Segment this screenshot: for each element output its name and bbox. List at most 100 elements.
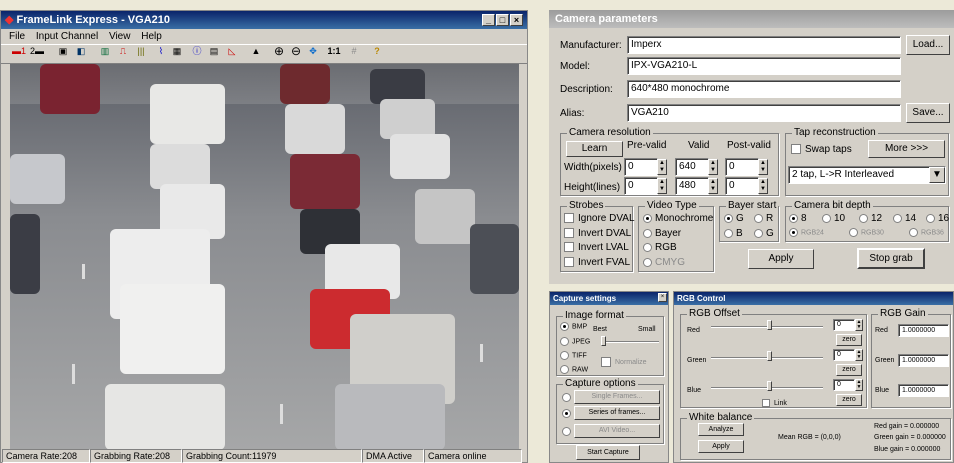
blue-offset-stepper[interactable]: ▲ ▼ — [855, 379, 863, 391]
video-type-rgb[interactable]: RGB — [643, 242, 677, 253]
series-frames-radio-dot[interactable] — [562, 409, 571, 418]
menu-view[interactable]: View — [109, 31, 131, 42]
bit-depth-8[interactable]: 8 — [789, 213, 807, 224]
rgb30-radio[interactable] — [849, 228, 858, 237]
help-icon[interactable]: ? — [370, 44, 384, 58]
bit-depth-14-radio[interactable] — [893, 213, 902, 223]
normalize-check[interactable] — [601, 357, 611, 367]
format-raw[interactable]: RAW — [560, 365, 588, 374]
width-postvalid-stepper[interactable]: ▲ ▼ — [758, 159, 768, 175]
bit-depth-10-radio[interactable] — [822, 213, 831, 223]
blue-offset-field[interactable]: 0 — [833, 379, 855, 391]
tap-mode-dropdown-button[interactable]: ▼ — [929, 167, 945, 183]
strobe-invert-dval[interactable]: Invert DVAL — [564, 228, 631, 239]
strobe-invert-dval-check[interactable] — [564, 228, 574, 239]
single-frames-radio[interactable] — [562, 393, 574, 402]
video-type-cmyg[interactable]: CMYG — [643, 257, 685, 268]
rgb30[interactable]: RGB30 — [849, 228, 884, 237]
height-prevalid-field[interactable]: 0 — [624, 177, 658, 195]
close-button[interactable]: × — [510, 14, 523, 26]
bayer-g1[interactable]: G — [724, 213, 744, 224]
single-frames-button[interactable]: Single Frames... — [574, 390, 660, 404]
red-gain-field[interactable]: 1.0000000 — [898, 324, 949, 337]
trigger-icon[interactable]: ⌇ — [154, 44, 168, 58]
red-offset-field[interactable]: 0 — [833, 319, 855, 331]
width-prevalid-field[interactable]: 0 — [624, 158, 658, 176]
rgb24-radio[interactable] — [789, 228, 798, 237]
green-offset-slider[interactable] — [767, 351, 772, 361]
bit-depth-16-radio[interactable] — [926, 213, 935, 223]
width-valid-field[interactable]: 640 — [675, 158, 709, 176]
zoom-in-icon[interactable]: ⊕ — [272, 44, 286, 58]
monochrome-radio[interactable] — [643, 213, 652, 223]
load-button[interactable]: Load... — [906, 35, 950, 55]
height-valid-field[interactable]: 480 — [675, 177, 709, 195]
book-icon[interactable]: ▥ — [98, 44, 112, 58]
fit-icon[interactable]: ✥ — [306, 44, 320, 58]
rgb24[interactable]: RGB24 — [789, 228, 824, 237]
jpeg-radio[interactable] — [560, 337, 569, 346]
bayer-b[interactable]: B — [724, 228, 743, 239]
swap-taps-checkbox[interactable]: Swap taps — [791, 144, 852, 155]
jpeg-quality-slider[interactable] — [601, 336, 606, 346]
camera-settings-icon[interactable]: ◧ — [74, 44, 88, 58]
actual-size-icon[interactable]: 1:1 — [325, 44, 343, 58]
rgb36-radio[interactable] — [909, 228, 918, 237]
menu-help[interactable]: Help — [141, 31, 162, 42]
histogram-icon[interactable]: ◺ — [225, 44, 239, 58]
format-bmp[interactable]: BMP — [560, 322, 587, 331]
width-postvalid-field[interactable]: 0 — [725, 158, 759, 176]
bit-depth-12-radio[interactable] — [859, 213, 868, 223]
window-icon[interactable]: ▦ — [170, 44, 184, 58]
height-postvalid-field[interactable]: 0 — [725, 177, 759, 195]
cmyg-radio[interactable] — [643, 257, 652, 267]
wb-apply-button[interactable]: Apply — [698, 440, 744, 453]
menu-input-channel[interactable]: Input Channel — [36, 31, 98, 42]
format-tiff[interactable]: TIFF — [560, 351, 587, 360]
continuous-grab-icon[interactable]: 2▬ — [30, 44, 44, 58]
rgb36[interactable]: RGB36 — [909, 228, 944, 237]
bayer-r[interactable]: R — [754, 213, 773, 224]
start-capture-button[interactable]: Start Capture — [576, 445, 640, 460]
manufacturer-field[interactable]: Imperx — [627, 36, 901, 54]
learn-button[interactable]: Learn — [566, 141, 623, 157]
blue-zero-button[interactable]: zero — [836, 394, 862, 406]
bayer-g2-radio[interactable] — [754, 228, 763, 238]
bit-depth-16[interactable]: 16 — [926, 213, 949, 224]
link-checkbox[interactable]: Link — [762, 399, 787, 407]
avi-video-button[interactable]: AVI Video... — [574, 424, 660, 438]
width-prevalid-stepper[interactable]: ▲ ▼ — [657, 159, 667, 175]
zoom-out-icon[interactable]: ⊖ — [289, 44, 303, 58]
green-offset-stepper[interactable]: ▲ ▼ — [855, 349, 863, 361]
link-check[interactable] — [762, 399, 770, 407]
green-zero-button[interactable]: zero — [836, 364, 862, 376]
width-valid-stepper[interactable]: ▲ ▼ — [708, 159, 718, 175]
image-icon[interactable]: ▲ — [249, 44, 263, 58]
blue-gain-field[interactable]: 1.0000000 — [898, 384, 949, 397]
jpeg-quality-track[interactable] — [601, 341, 659, 343]
minimize-button[interactable]: _ — [482, 14, 495, 26]
format-jpeg[interactable]: JPEG — [560, 337, 590, 346]
bayer-g1-radio[interactable] — [724, 213, 733, 223]
save-button[interactable]: Save... — [906, 103, 950, 123]
red-offset-slider[interactable] — [767, 320, 772, 330]
bit-depth-12[interactable]: 12 — [859, 213, 882, 224]
normalize-checkbox[interactable]: Normalize — [601, 357, 647, 367]
raw-radio[interactable] — [560, 365, 569, 374]
strobe-invert-lval[interactable]: Invert LVAL — [564, 242, 629, 253]
height-postvalid-stepper[interactable]: ▲ ▼ — [758, 178, 768, 194]
more-button[interactable]: More >>> — [868, 140, 945, 158]
bayer-radio[interactable] — [643, 228, 652, 238]
tap-mode-select[interactable]: 2 tap, L->R Interleaved — [788, 166, 946, 184]
bit-depth-8-radio[interactable] — [789, 213, 798, 223]
analyze-button[interactable]: Analyze — [698, 423, 744, 436]
strobe-invert-fval[interactable]: Invert FVAL — [564, 257, 630, 268]
description-field[interactable]: 640*480 monochrome — [627, 80, 901, 98]
red-offset-stepper[interactable]: ▲ ▼ — [855, 319, 863, 331]
crosshair-icon[interactable]: # — [347, 44, 361, 58]
green-offset-field[interactable]: 0 — [833, 349, 855, 361]
single-frames-radio-dot[interactable] — [562, 393, 571, 402]
video-type-monochrome[interactable]: Monochrome — [643, 213, 713, 224]
strobe-invert-lval-check[interactable] — [564, 242, 574, 253]
camera-apply-button[interactable]: Apply — [748, 249, 814, 269]
